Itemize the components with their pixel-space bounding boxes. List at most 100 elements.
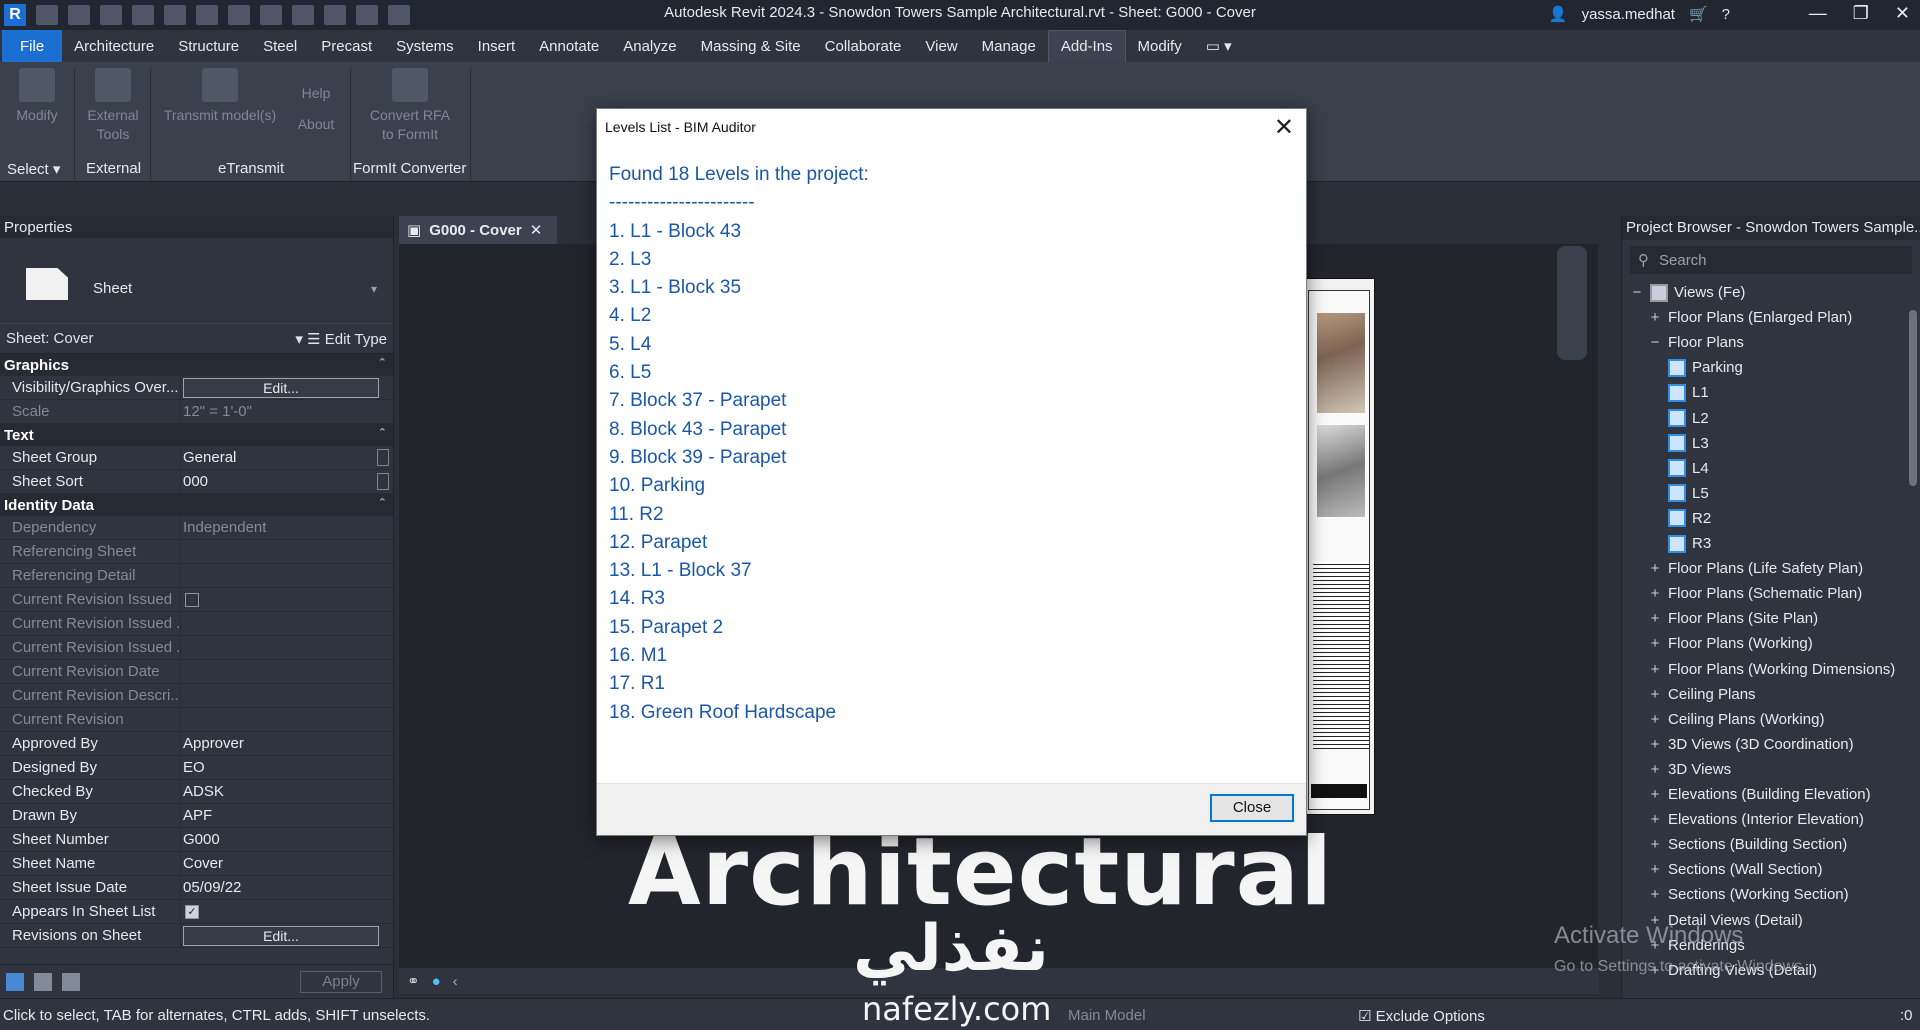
external-tools-button[interactable]: External Tools bbox=[80, 68, 146, 144]
tab-collaborate[interactable]: Collaborate bbox=[813, 30, 914, 62]
expand-icon[interactable]: + bbox=[1648, 560, 1662, 577]
panel-toggle-icon[interactable]: ▭ ▾ bbox=[1194, 30, 1244, 62]
group-identity-data[interactable]: Identity Data ⌃ bbox=[0, 494, 393, 516]
expand-icon[interactable]: + bbox=[1648, 661, 1662, 678]
expand-icon[interactable]: + bbox=[1648, 309, 1662, 326]
browser-group-item[interactable]: + Elevations (Building Elevation) bbox=[1648, 782, 1871, 807]
floor-plan-icon[interactable] bbox=[1668, 409, 1686, 427]
browser-group-item[interactable]: + Ceiling Plans (Working) bbox=[1648, 707, 1825, 732]
browser-group-item[interactable]: + Elevations (Interior Elevation) bbox=[1648, 807, 1864, 832]
group-text[interactable]: Text ⌃ bbox=[0, 424, 393, 446]
browser-group-item[interactable]: + Ceiling Plans bbox=[1648, 682, 1756, 707]
browser-group-item[interactable]: + Sections (Wall Section) bbox=[1648, 857, 1823, 882]
convert-rfa-button[interactable]: Convert RFA to FormIt bbox=[364, 68, 456, 144]
user-area[interactable]: 👤 yassa.medhat 🛒 ? bbox=[1549, 5, 1730, 24]
tab-precast[interactable]: Precast bbox=[309, 30, 384, 62]
type-selector[interactable]: Sheet ▾ bbox=[0, 238, 393, 324]
tab-analyze[interactable]: Analyze bbox=[611, 30, 688, 62]
close-tab-icon[interactable]: ✕ bbox=[530, 221, 543, 239]
browser-group-item[interactable]: + Floor Plans (Enlarged Plan) bbox=[1648, 305, 1853, 330]
navigation-bar[interactable] bbox=[1557, 246, 1587, 360]
close-window-icon[interactable]: ✕ bbox=[1895, 3, 1910, 24]
browser-view-item[interactable]: L5 bbox=[1668, 481, 1709, 506]
lightbulb-icon[interactable]: ● bbox=[432, 973, 441, 990]
property-row[interactable]: Designed By EO bbox=[0, 756, 393, 780]
browser-group-item[interactable]: + Sections (Working Section) bbox=[1648, 882, 1849, 907]
modify-button[interactable]: Modify bbox=[8, 68, 66, 125]
browser-view-item[interactable]: L1 bbox=[1668, 380, 1709, 405]
cart-icon[interactable]: 🛒 bbox=[1689, 5, 1708, 23]
close-button[interactable]: Close bbox=[1210, 794, 1294, 822]
expand-icon[interactable]: + bbox=[1648, 635, 1662, 652]
exclude-options-toggle[interactable]: ☑ Exclude Options bbox=[1358, 1007, 1485, 1025]
tab-sheet-g000[interactable]: ▣ G000 - Cover ✕ bbox=[399, 216, 557, 244]
browser-search-input[interactable]: ⚲ Search bbox=[1630, 246, 1912, 274]
browser-group-item[interactable]: + Floor Plans (Schematic Plan) bbox=[1648, 581, 1863, 606]
floor-plan-icon[interactable] bbox=[1668, 358, 1686, 377]
panel-select[interactable]: Select ▾ bbox=[7, 160, 60, 178]
scroll-thumb[interactable] bbox=[1909, 310, 1917, 486]
group-graphics[interactable]: Graphics ⌃ bbox=[0, 354, 393, 376]
browser-view-item[interactable]: Parking bbox=[1668, 355, 1743, 380]
appears-in-sheet-list-checkbox[interactable]: ✓ bbox=[185, 905, 199, 920]
help-button[interactable]: Help About bbox=[294, 84, 338, 134]
browser-group-item[interactable]: − Floor Plans bbox=[1648, 330, 1744, 355]
browser-view-item[interactable]: L3 bbox=[1668, 431, 1709, 456]
property-row[interactable]: Sheet Name Cover bbox=[0, 852, 393, 876]
browser-view-item[interactable]: R3 bbox=[1668, 531, 1711, 556]
tab-structure[interactable]: Structure bbox=[166, 30, 251, 62]
floor-plan-icon[interactable] bbox=[1668, 383, 1686, 402]
tab-manage[interactable]: Manage bbox=[970, 30, 1048, 62]
view-scrollbar[interactable] bbox=[1598, 230, 1610, 968]
floor-plan-icon[interactable] bbox=[1668, 509, 1686, 528]
about-button[interactable]: About bbox=[294, 115, 338, 134]
browser-group-item[interactable]: + Sections (Building Section) bbox=[1648, 832, 1848, 857]
edit-type-button[interactable]: ▾ ☰ Edit Type bbox=[295, 330, 387, 348]
help-icon[interactable]: ? bbox=[1722, 6, 1730, 23]
property-row[interactable]: Sheet Sort 000 bbox=[0, 470, 393, 494]
tab-systems[interactable]: Systems bbox=[384, 30, 466, 62]
browser-group-item[interactable]: +3D Views (3D Coordination) bbox=[1648, 732, 1854, 757]
property-row[interactable]: Sheet Number G000 bbox=[0, 828, 393, 852]
apply-button[interactable]: Apply bbox=[300, 971, 382, 993]
browser-view-item[interactable]: R2 bbox=[1668, 506, 1711, 531]
collapse-icon[interactable]: − bbox=[1630, 284, 1644, 301]
expand-icon[interactable]: + bbox=[1648, 836, 1662, 853]
filter-count[interactable]: :0 bbox=[1900, 1007, 1913, 1024]
expand-icon[interactable]: + bbox=[1648, 711, 1662, 728]
expand-icon[interactable]: + bbox=[1648, 610, 1662, 627]
tab-massing-site[interactable]: Massing & Site bbox=[689, 30, 813, 62]
browser-group-item[interactable]: + Floor Plans (Working) bbox=[1648, 631, 1813, 656]
browser-group-item[interactable]: + Floor Plans (Life Safety Plan) bbox=[1648, 556, 1863, 581]
browser-group-item[interactable]: + Floor Plans (Working Dimensions) bbox=[1648, 657, 1896, 682]
property-row[interactable]: Sheet Issue Date 05/09/22 bbox=[0, 876, 393, 900]
browser-group-item[interactable]: − Views (Fe) bbox=[1630, 280, 1745, 305]
categorize-icon[interactable] bbox=[6, 972, 24, 991]
expand-icon[interactable]: + bbox=[1648, 886, 1662, 903]
browser-group-item[interactable]: +3D Views bbox=[1648, 757, 1731, 782]
tab-insert[interactable]: Insert bbox=[466, 30, 528, 62]
property-row[interactable]: Sheet Group General bbox=[0, 446, 393, 470]
active-model[interactable]: Main Model bbox=[1068, 1007, 1146, 1024]
expand-icon[interactable]: + bbox=[1648, 786, 1662, 803]
user-name[interactable]: yassa.medhat bbox=[1582, 6, 1675, 23]
tab-architecture[interactable]: Architecture bbox=[62, 30, 166, 62]
floor-plan-icon[interactable] bbox=[1668, 484, 1686, 503]
floor-plan-icon[interactable] bbox=[1668, 434, 1686, 453]
floor-plan-icon[interactable] bbox=[1668, 534, 1686, 553]
browser-view-item[interactable]: L4 bbox=[1668, 456, 1709, 481]
instance-filter[interactable]: Sheet: Cover bbox=[6, 330, 94, 347]
visibility-edit-button[interactable]: Edit... bbox=[183, 378, 379, 398]
browser-view-item[interactable]: L2 bbox=[1668, 406, 1709, 431]
expand-icon[interactable]: + bbox=[1648, 736, 1662, 753]
restore-icon[interactable]: ❐ bbox=[1853, 3, 1869, 24]
collapse-icon[interactable]: − bbox=[1648, 334, 1662, 351]
expand-icon[interactable]: + bbox=[1648, 585, 1662, 602]
scroll-left-icon[interactable]: ‹ bbox=[453, 973, 458, 990]
tab-modify[interactable]: Modify bbox=[1126, 30, 1194, 62]
close-icon[interactable]: ✕ bbox=[1274, 113, 1294, 142]
chevron-down-icon[interactable]: ▾ bbox=[371, 282, 377, 296]
browser-scrollbar[interactable] bbox=[1908, 286, 1918, 986]
property-row[interactable]: Approved By Approver bbox=[0, 732, 393, 756]
revisions-edit-button[interactable]: Edit... bbox=[183, 926, 379, 946]
